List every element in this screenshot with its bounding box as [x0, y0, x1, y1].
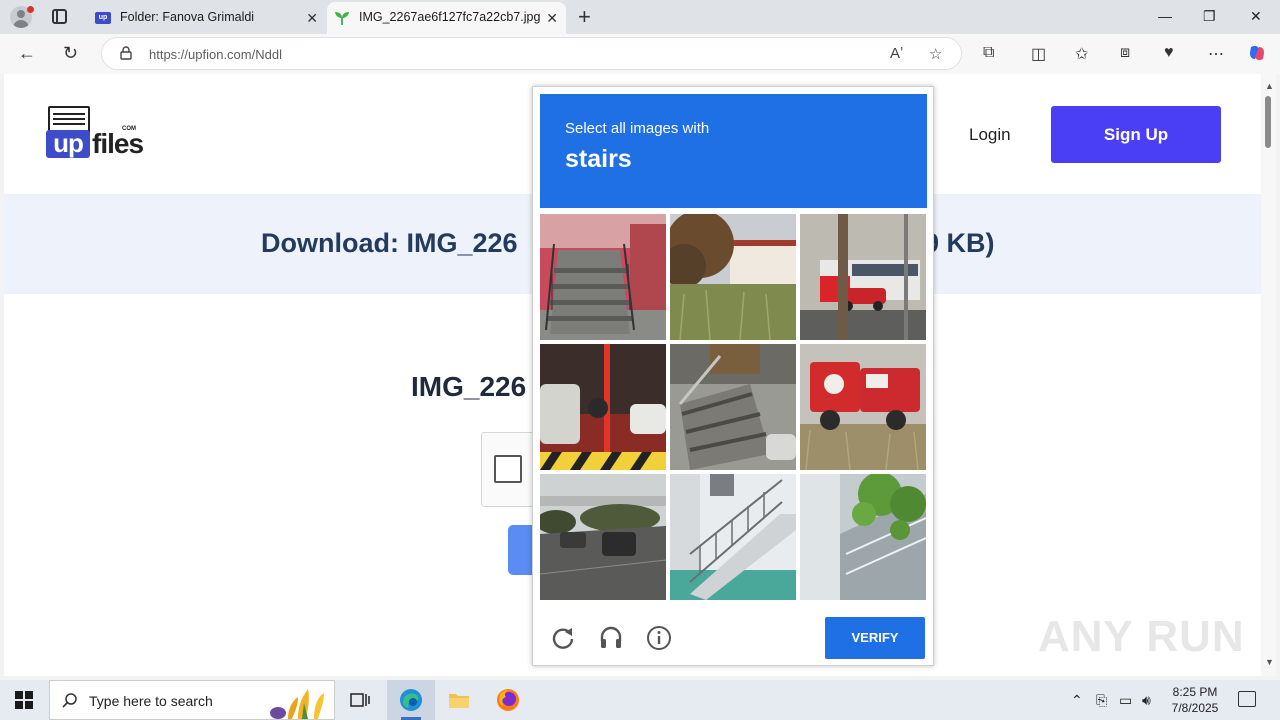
clock-time: 8:25 PM	[1172, 685, 1218, 699]
page-scrollbar[interactable]: ▲ ▼	[1261, 74, 1276, 676]
search-placeholder: Type here to search	[89, 693, 213, 709]
scroll-up-icon[interactable]: ▲	[1265, 81, 1274, 91]
tab-image-active[interactable]: IMG_2267ae6f127fc7a22cb7.jpg ✕	[327, 2, 566, 34]
download-size: 9 KB)	[924, 228, 995, 258]
refresh-icon[interactable]	[550, 625, 576, 651]
more-options-icon[interactable]: ⋯	[1208, 44, 1224, 64]
network-icon[interactable]: ▭	[1119, 692, 1132, 709]
profile-notification-dot	[27, 6, 34, 13]
signup-button[interactable]: Sign Up	[1051, 106, 1221, 163]
edge-icon	[400, 689, 422, 711]
browser-title-bar: up Folder: Fanova Grimaldi ✕ IMG_2267ae6…	[0, 0, 1280, 34]
usb-device-icon[interactable]: ⎘	[1096, 692, 1107, 709]
task-view-icon	[350, 693, 370, 707]
audio-icon[interactable]	[598, 625, 624, 651]
tab-title: Folder: Fanova Grimaldi	[120, 10, 255, 24]
captcha-tile-tree-houses[interactable]	[670, 214, 796, 340]
split-screen-icon[interactable]: ◫	[1031, 44, 1046, 64]
captcha-tile-stairs-red-wall[interactable]	[540, 214, 666, 340]
windows-start-icon[interactable]	[15, 691, 33, 709]
firefox-app[interactable]	[484, 680, 532, 720]
back-icon[interactable]: ←	[18, 43, 36, 64]
taskbar-search-box[interactable]: Type here to search	[49, 680, 335, 720]
tab-close-icon[interactable]: ✕	[546, 10, 558, 27]
lock-icon[interactable]	[120, 46, 132, 60]
captcha-tile-red-truck-field[interactable]	[800, 344, 926, 470]
browser-essentials-icon[interactable]: ♥	[1164, 44, 1174, 62]
scroll-thumb[interactable]	[1265, 96, 1271, 148]
search-highlight-flowers-icon	[270, 689, 324, 719]
task-view-app[interactable]	[336, 680, 384, 720]
tab-close-icon[interactable]: ✕	[306, 10, 318, 27]
read-aloud-icon[interactable]: Aʼ	[890, 45, 903, 62]
notification-center-icon[interactable]	[1238, 691, 1256, 707]
folder-icon	[449, 694, 469, 708]
captcha-tile-road-cars-bridge[interactable]	[540, 474, 666, 600]
login-link[interactable]: Login	[969, 125, 1011, 145]
logo-up-badge: up	[46, 130, 90, 158]
captcha-tile-parked-motorbikes[interactable]	[540, 344, 666, 470]
tab-actions-icon[interactable]	[52, 9, 67, 24]
url-text[interactable]: https://upfion.com/Nddl	[149, 47, 282, 62]
search-icon	[62, 693, 77, 708]
captcha-target-word: stairs	[565, 145, 632, 173]
file-name-heading: IMG_226	[411, 371, 527, 402]
address-bar[interactable]: https://upfion.com/Nddl Aʼ ☆	[101, 37, 962, 70]
edge-taskbar-app[interactable]	[387, 680, 435, 720]
site-logo[interactable]: up COM files	[44, 106, 154, 162]
captcha-prompt: Select all images with	[565, 120, 710, 137]
restore-icon[interactable]: ❐	[1203, 8, 1216, 25]
taskbar-clock[interactable]: 8:25 PM 7/8/2025	[1165, 684, 1225, 716]
leaf-favicon-icon	[335, 12, 349, 25]
info-icon[interactable]	[646, 625, 672, 651]
verify-button[interactable]: VERIFY	[825, 617, 925, 659]
extensions-icon[interactable]: ⧉	[983, 44, 994, 62]
favorites-icon[interactable]: ✩	[1075, 44, 1088, 64]
download-title: Download: IMG_226	[261, 228, 518, 258]
windows-taskbar: Type here to search ⌃ ⎘ ▭ 🔊︎ 8:25 PM 7/8…	[0, 680, 1280, 720]
captcha-challenge: Select all images with stairs VERIFY	[532, 86, 934, 666]
tab-title: IMG_2267ae6f127fc7a22cb7.jpg	[359, 10, 541, 24]
clock-date: 7/8/2025	[1171, 701, 1219, 715]
firefox-icon	[497, 689, 519, 711]
show-hidden-icons-icon[interactable]: ⌃	[1071, 692, 1083, 709]
captcha-header: Select all images with stairs	[540, 94, 927, 208]
new-tab-icon[interactable]: +	[578, 4, 591, 30]
minimize-icon[interactable]: —	[1158, 8, 1172, 24]
volume-icon[interactable]: 🔊︎	[1142, 692, 1151, 709]
collections-icon[interactable]: ⧈	[1120, 44, 1130, 62]
logo-files-text: files	[92, 128, 144, 159]
tab-folder[interactable]: up Folder: Fanova Grimaldi ✕	[88, 2, 326, 34]
copilot-icon[interactable]	[1247, 43, 1267, 63]
human-checkbox[interactable]	[494, 455, 522, 483]
anyrun-watermark: ANY RUN	[1038, 612, 1245, 661]
captcha-tile-green-plant-building[interactable]	[800, 474, 926, 600]
browser-toolbar: ← ↻ https://upfion.com/Nddl Aʼ ☆ ⧉ ◫ ✩ ⧈…	[0, 34, 1280, 74]
file-explorer-app[interactable]	[435, 680, 483, 720]
captcha-tile-white-railing-stairs[interactable]	[670, 474, 796, 600]
close-window-icon[interactable]: ✕	[1250, 8, 1262, 25]
upfiles-favicon-icon: up	[95, 12, 111, 24]
captcha-tile-red-bus-street[interactable]	[800, 214, 926, 340]
reload-icon[interactable]: ↻	[63, 43, 78, 64]
scroll-down-icon[interactable]: ▼	[1265, 657, 1274, 667]
captcha-tile-stone-steps[interactable]	[670, 344, 796, 470]
favorite-star-icon[interactable]: ☆	[929, 45, 942, 63]
